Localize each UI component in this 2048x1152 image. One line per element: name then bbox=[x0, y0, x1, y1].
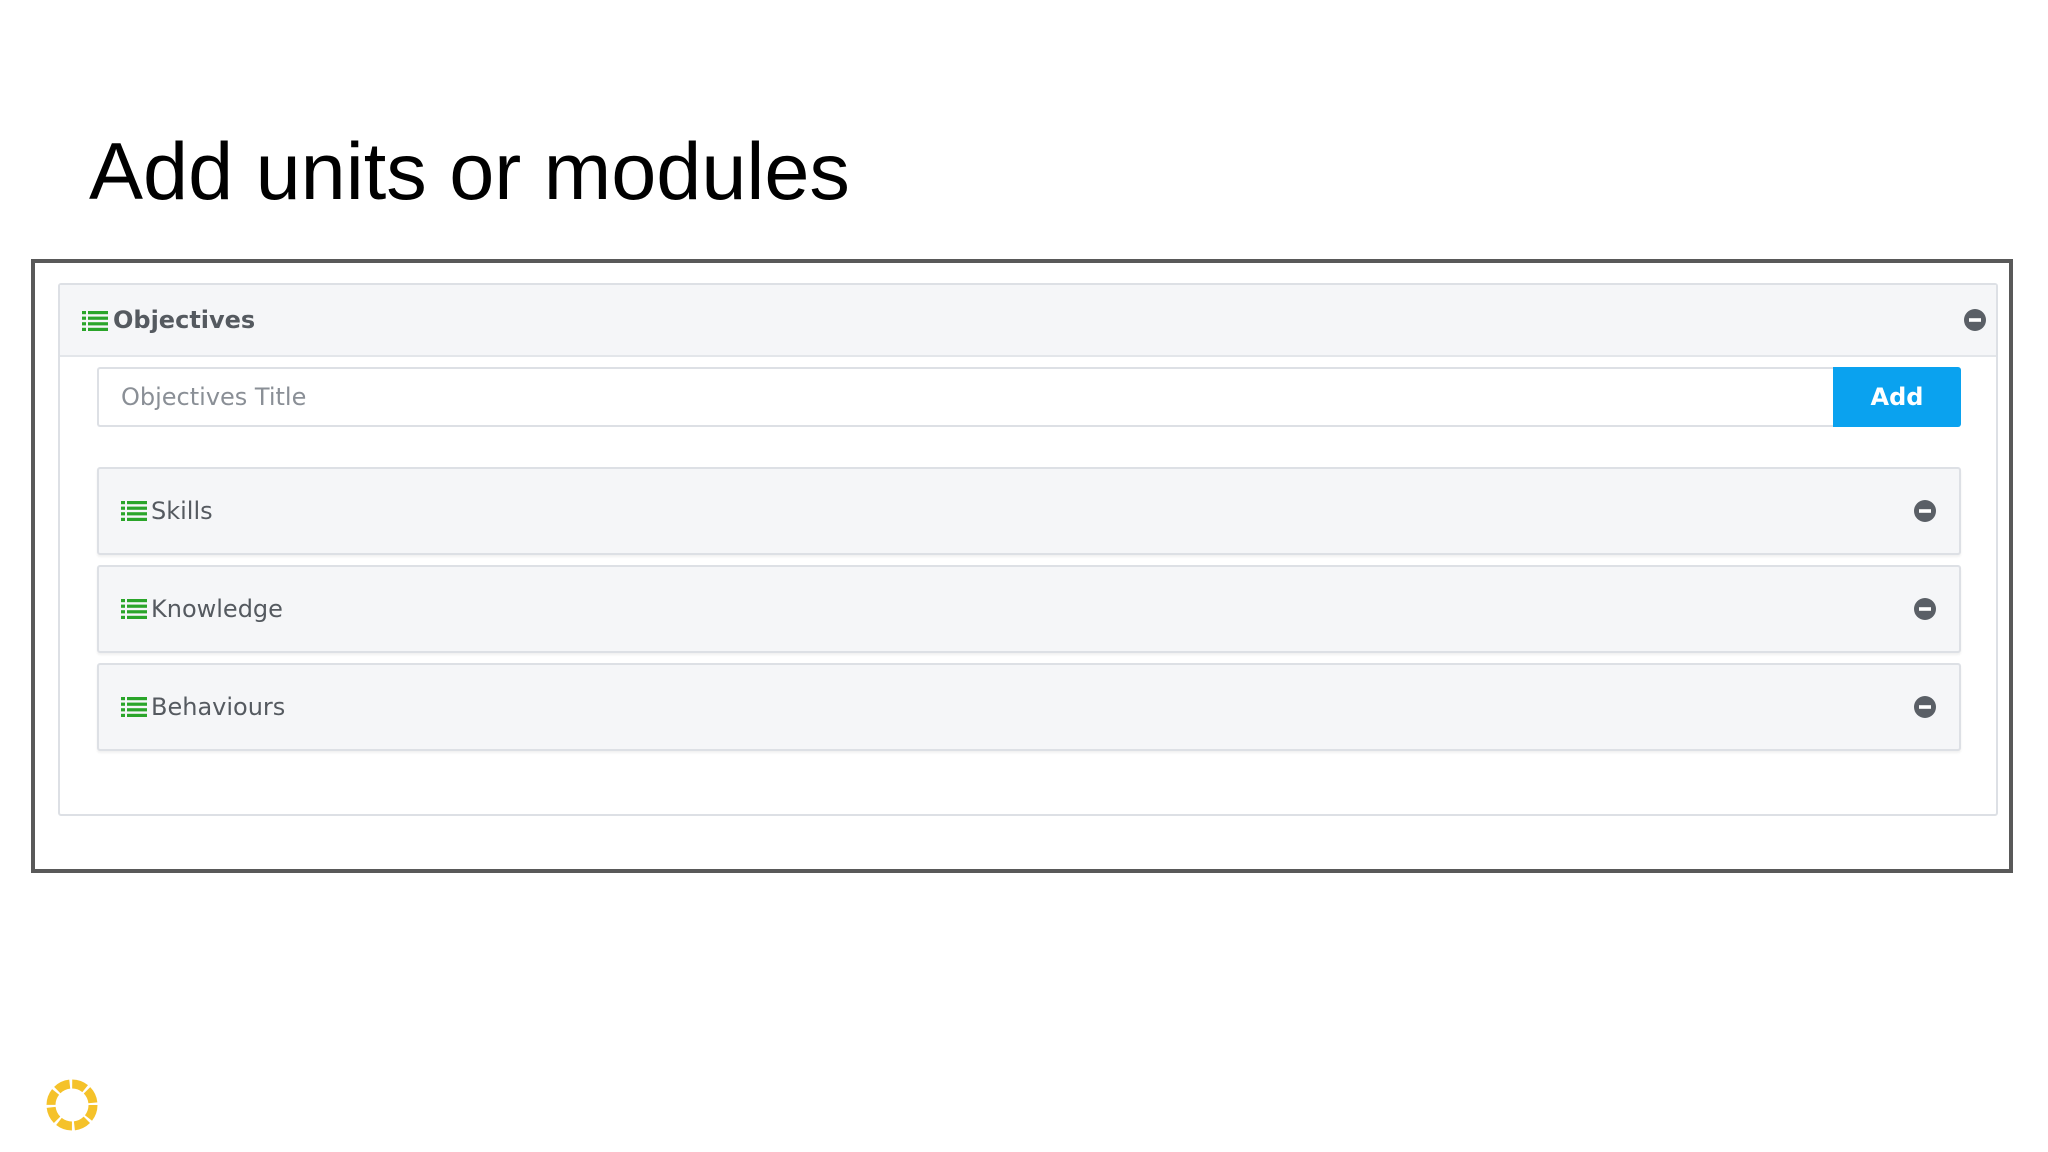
collapse-skills-button[interactable] bbox=[1913, 499, 1937, 523]
collapse-knowledge-button[interactable] bbox=[1913, 597, 1937, 621]
minus-circle-icon bbox=[1914, 500, 1936, 522]
objectives-panel: Objectives Add bbox=[58, 283, 1998, 816]
slide-title: Add units or modules bbox=[89, 127, 850, 217]
minus-circle-icon bbox=[1914, 598, 1936, 620]
objectives-label: Objectives bbox=[113, 306, 256, 334]
section-label: Behaviours bbox=[151, 693, 286, 721]
section-label: Skills bbox=[151, 497, 213, 525]
slide: Add units or modules Objectives Objectiv… bbox=[0, 0, 2048, 1152]
add-button[interactable]: Add bbox=[1833, 367, 1961, 427]
minus-circle-icon bbox=[1914, 696, 1936, 718]
ring-logo bbox=[44, 1077, 100, 1133]
objectives-panel-header[interactable]: Objectives bbox=[60, 285, 1996, 357]
list-icon bbox=[121, 697, 147, 717]
section-label: Knowledge bbox=[151, 595, 283, 623]
section-behaviours[interactable]: Behaviours bbox=[97, 663, 1961, 751]
minus-circle-icon bbox=[1964, 309, 1986, 331]
collapse-behaviours-button[interactable] bbox=[1913, 695, 1937, 719]
list-icon bbox=[121, 501, 147, 521]
section-skills[interactable]: Skills bbox=[97, 467, 1961, 555]
section-knowledge[interactable]: Knowledge bbox=[97, 565, 1961, 653]
objectives-title-input-group: Add bbox=[97, 367, 1961, 427]
screenshot-frame: Objectives Add bbox=[31, 259, 2013, 873]
objectives-title-input[interactable] bbox=[97, 367, 1833, 427]
list-icon bbox=[121, 599, 147, 619]
collapse-objectives-button[interactable] bbox=[1963, 308, 1987, 332]
list-icon bbox=[82, 311, 108, 331]
